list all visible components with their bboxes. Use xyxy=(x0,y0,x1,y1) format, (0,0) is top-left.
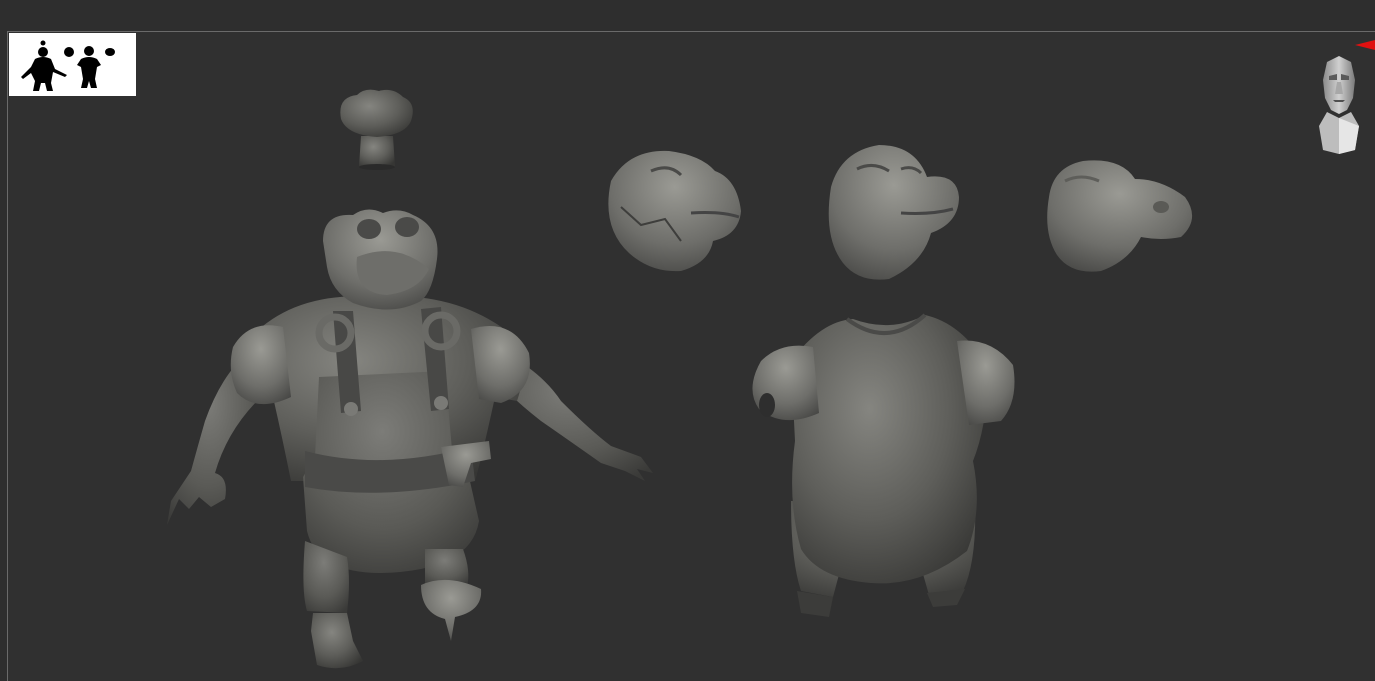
body-sculpt-shirt-icon xyxy=(752,313,1015,617)
chef-hat-icon xyxy=(340,89,413,170)
head-sculpt-a-icon xyxy=(608,150,741,272)
sculpt-scene xyxy=(167,89,1193,669)
croc-chef-full-body-icon xyxy=(167,209,653,669)
head-sculpt-c-icon xyxy=(1047,160,1193,272)
head-sculpt-b-icon xyxy=(828,145,959,280)
3d-viewport-canvas[interactable] xyxy=(7,31,1375,681)
top-toolbar-strip xyxy=(0,0,1375,31)
